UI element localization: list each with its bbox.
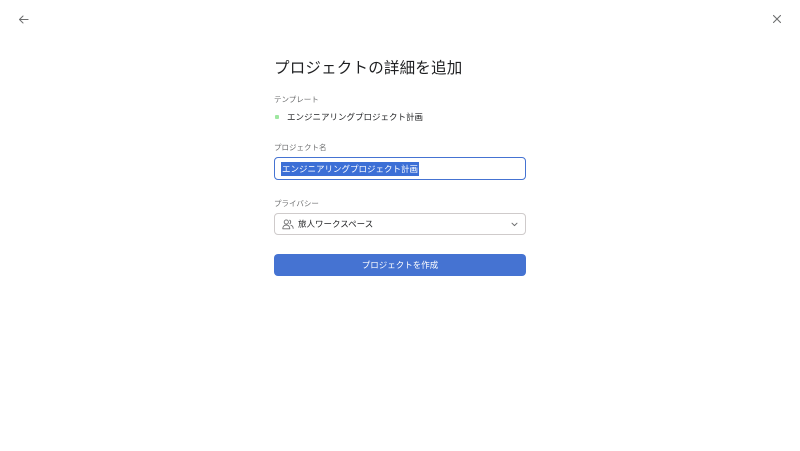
project-name-input[interactable]: エンジニアリングプロジェクト計画 <box>274 157 526 180</box>
privacy-value: 旅人ワークスペース <box>298 220 374 230</box>
privacy-select[interactable]: 旅人ワークスペース <box>274 213 526 235</box>
project-details-form: プロジェクトの詳細を追加 テンプレート エンジニアリングプロジェクト計画 プロジ… <box>274 56 526 276</box>
template-color-dot <box>275 115 279 119</box>
arrow-left-icon <box>18 14 29 25</box>
project-name-value[interactable]: エンジニアリングプロジェクト計画 <box>281 161 420 176</box>
people-icon <box>282 218 294 230</box>
close-button[interactable] <box>768 10 786 28</box>
project-name-label: プロジェクト名 <box>274 143 327 152</box>
create-project-label: プロジェクトを作成 <box>361 261 439 271</box>
create-project-button[interactable]: プロジェクトを作成 <box>274 254 526 276</box>
page-title: プロジェクトの詳細を追加 <box>274 59 463 77</box>
back-button[interactable] <box>14 10 32 28</box>
template-info: エンジニアリングプロジェクト計画 <box>274 111 526 123</box>
template-label: テンプレート <box>274 95 319 104</box>
chevron-down-icon <box>510 220 518 228</box>
privacy-label: プライバシー <box>274 199 319 208</box>
template-name: エンジニアリングプロジェクト計画 <box>287 113 424 123</box>
close-icon <box>772 14 782 24</box>
